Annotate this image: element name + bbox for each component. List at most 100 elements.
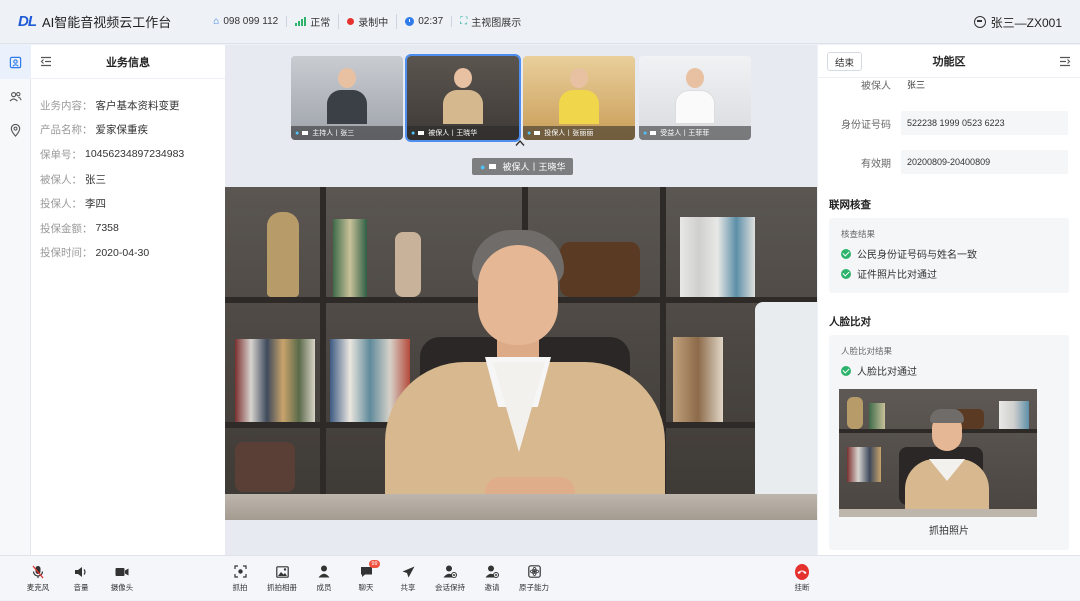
chevron-up-icon[interactable]	[515, 139, 525, 147]
clock-icon	[405, 17, 415, 26]
capture-icon	[233, 565, 247, 579]
network-check-result-box: 核查结果 公民身份证号码与姓名一致 证件照片比对通过	[829, 218, 1069, 293]
participant-thumbnail[interactable]: ● 主持人丨张三	[291, 56, 403, 140]
info-value: 10456234897234983	[85, 148, 185, 161]
chat-icon: 99	[359, 559, 380, 579]
monitor	[755, 302, 817, 502]
participant-video	[327, 68, 367, 124]
tool-label: 共享	[400, 582, 416, 592]
info-key: 投保时间：	[40, 247, 93, 260]
tool-label: 成员	[316, 582, 332, 592]
books	[235, 339, 315, 422]
info-value: 爱家保重疾	[95, 124, 149, 137]
thumbnail-label: 被保人丨王晓华	[428, 130, 478, 137]
chat-button[interactable]: 99 聊天	[346, 556, 386, 601]
network-status-text: 正常	[310, 18, 331, 29]
atomic-icon	[527, 565, 541, 579]
rail-participants[interactable]	[0, 79, 31, 113]
left-icon-rail	[0, 45, 31, 555]
face-compare-title: 人脸比对	[829, 316, 871, 328]
field-value: 张三	[907, 79, 926, 90]
rail-location[interactable]	[0, 113, 31, 147]
face-compare-caption: 人脸比对结果	[841, 346, 893, 356]
info-row-amount: 投保金额： 7358	[40, 216, 225, 241]
tool-label: 原子能力	[519, 582, 549, 592]
camera-button[interactable]: 摄像头	[102, 556, 142, 601]
bookshelf	[320, 187, 326, 520]
tool-label: 抓拍	[232, 582, 248, 592]
info-value: 7358	[95, 222, 119, 235]
books	[673, 337, 723, 422]
call-timer: 02:37	[418, 16, 444, 27]
expand-panel-icon[interactable]	[1059, 56, 1071, 67]
tool-label: 挂断	[794, 582, 810, 592]
view-mode-label: 主视图展示	[471, 18, 522, 29]
record-dot-icon	[347, 18, 355, 25]
check-result-text: 证件照片比对通过	[857, 270, 937, 281]
participant-thumbnail[interactable]: ● 受益人丨王菲菲	[639, 56, 751, 140]
participant-thumbnail-selected[interactable]: ● 被保人丨王晓华	[405, 54, 521, 142]
signal-icon	[295, 17, 307, 26]
field-value: 20200809-20400809	[901, 150, 1068, 174]
collapse-panel-icon[interactable]	[40, 56, 52, 67]
camera-icon	[650, 131, 657, 135]
info-value: 李四	[85, 198, 106, 211]
end-button[interactable]: 结束	[827, 52, 863, 71]
thumbnail-label: 受益人丨王菲菲	[660, 130, 710, 137]
network-check-title: 联网核查	[829, 199, 871, 211]
phone-number: 098 099 112	[223, 16, 279, 27]
app-logo: DL AI智能音视频云工作台	[18, 12, 171, 31]
hangup-button[interactable]: 挂断	[782, 556, 822, 601]
members-button[interactable]: 成员	[304, 556, 344, 601]
album-button[interactable]: 抓拍相册	[262, 556, 302, 601]
volume-icon	[74, 565, 88, 579]
function-panel: 结束 功能区 被保人 张三 身份证号码 522238 1999 0523 622…	[818, 45, 1080, 555]
rail-business-info[interactable]	[0, 45, 31, 79]
main-video-label-text: 被保人丨王晓华	[502, 162, 566, 172]
phone-status: ⌂ 098 099 112	[205, 16, 288, 27]
info-row-product-name: 产品名称： 爱家保重疾	[40, 118, 225, 143]
participant-video	[559, 68, 599, 124]
check-result-row: 证件照片比对通过	[841, 266, 937, 281]
hangup-icon	[795, 563, 809, 580]
thumbnail-caption: ● 受益人丨王菲菲	[639, 126, 751, 140]
hold-session-button[interactable]: 会话保持	[430, 556, 470, 601]
main-video-label: ● 被保人丨王晓华	[472, 158, 574, 175]
tool-label: 会话保持	[435, 582, 465, 592]
mic-icon: ●	[295, 129, 300, 137]
participant-video	[675, 68, 715, 124]
captured-photo-caption: 抓拍照片	[929, 526, 969, 537]
user-status-icon	[973, 16, 986, 28]
info-key: 产品名称：	[40, 124, 93, 137]
volume-button[interactable]: 音量	[61, 556, 101, 601]
info-value: 张三	[85, 173, 106, 186]
check-result-text: 人脸比对通过	[857, 367, 917, 378]
captured-photo[interactable]	[839, 389, 1037, 517]
share-button[interactable]: 共享	[388, 556, 428, 601]
chat-unread-badge: 99	[369, 559, 380, 568]
capture-button[interactable]: 抓拍	[220, 556, 260, 601]
invite-button[interactable]: 邀请	[472, 556, 512, 601]
tool-label: 抓拍相册	[267, 582, 297, 592]
atomic-capability-button[interactable]: 原子能力	[514, 556, 554, 601]
tool-label: 音量	[73, 582, 89, 592]
mic-icon: ●	[480, 161, 486, 172]
thumbnail-caption: ● 投保人丨张丽丽	[523, 126, 635, 140]
camera-icon	[534, 131, 541, 135]
participant-thumbnail[interactable]: ● 投保人丨张丽丽	[523, 56, 635, 140]
user-account[interactable]: 张三—ZX001	[973, 0, 1062, 44]
mic-icon: ●	[411, 129, 416, 137]
view-mode-toggle[interactable]: ⛶ 主视图展示	[452, 14, 529, 29]
album-icon	[275, 565, 289, 579]
main-video-feed[interactable]	[225, 187, 817, 520]
mic-button[interactable]: 麦克风	[18, 556, 58, 601]
field-label: 有效期	[861, 158, 891, 170]
field-insured: 被保人 张三	[818, 72, 1080, 96]
books	[333, 219, 367, 297]
decoration	[235, 442, 295, 492]
mic-icon: ●	[527, 129, 532, 137]
info-key: 被保人：	[40, 173, 82, 186]
recording-status-text: 录制中	[358, 18, 389, 29]
insured-person-video	[375, 227, 675, 520]
user-name: 张三—ZX001	[990, 15, 1062, 30]
